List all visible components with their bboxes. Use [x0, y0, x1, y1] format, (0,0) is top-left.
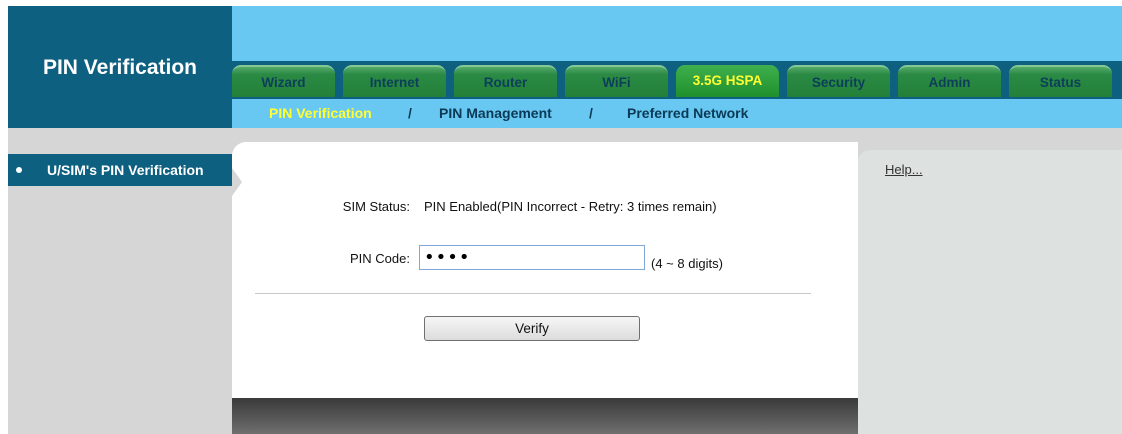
sub-navigation: PIN Verification / PIN Management / Pref… — [232, 99, 1122, 128]
divider — [255, 293, 811, 294]
subnav-pin-management[interactable]: PIN Management — [439, 99, 552, 128]
verify-button[interactable]: Verify — [424, 316, 640, 341]
bullet-icon — [16, 167, 22, 173]
pin-code-label: PIN Code: — [350, 251, 410, 266]
title-block: PIN Verification — [8, 6, 232, 128]
tab-internet[interactable]: Internet — [343, 65, 446, 97]
sidebar-item-usim-pin-verification[interactable]: U/SIM's PIN Verification — [8, 154, 232, 186]
panel-notch — [232, 168, 242, 196]
tab-wifi[interactable]: WiFi — [565, 65, 668, 97]
tab-admin[interactable]: Admin — [898, 65, 1001, 97]
main-panel — [232, 142, 858, 398]
subnav-separator: / — [589, 105, 593, 121]
tab-security[interactable]: Security — [787, 65, 890, 97]
sim-status-value: PIN Enabled(PIN Incorrect - Retry: 3 tim… — [424, 199, 717, 214]
router-admin-page: PIN Verification Wizard Internet Router … — [0, 0, 1122, 434]
help-panel: Help... — [858, 150, 1122, 434]
tab-wizard[interactable]: Wizard — [232, 65, 335, 97]
page-title: PIN Verification — [42, 56, 198, 79]
main-tabs: Wizard Internet Router WiFi 3.5G HSPA Se… — [232, 61, 1122, 99]
pin-hint: (4 ~ 8 digits) — [651, 256, 723, 271]
header-bar: Wizard Internet Router WiFi 3.5G HSPA Se… — [232, 6, 1122, 128]
sidebar-item-label: U/SIM's PIN Verification — [47, 162, 204, 178]
tab-status[interactable]: Status — [1009, 65, 1112, 97]
pin-code-input[interactable]: •••• — [419, 245, 645, 270]
help-link[interactable]: Help... — [885, 162, 923, 177]
tab-3-5g-hspa[interactable]: 3.5G HSPA — [676, 65, 779, 97]
subnav-separator: / — [408, 105, 412, 121]
subnav-pin-verification[interactable]: PIN Verification — [269, 99, 372, 128]
sim-status-label: SIM Status: — [342, 199, 410, 214]
panel-footer-bar — [232, 398, 858, 434]
tab-router[interactable]: Router — [454, 65, 557, 97]
subnav-preferred-network[interactable]: Preferred Network — [627, 99, 748, 128]
